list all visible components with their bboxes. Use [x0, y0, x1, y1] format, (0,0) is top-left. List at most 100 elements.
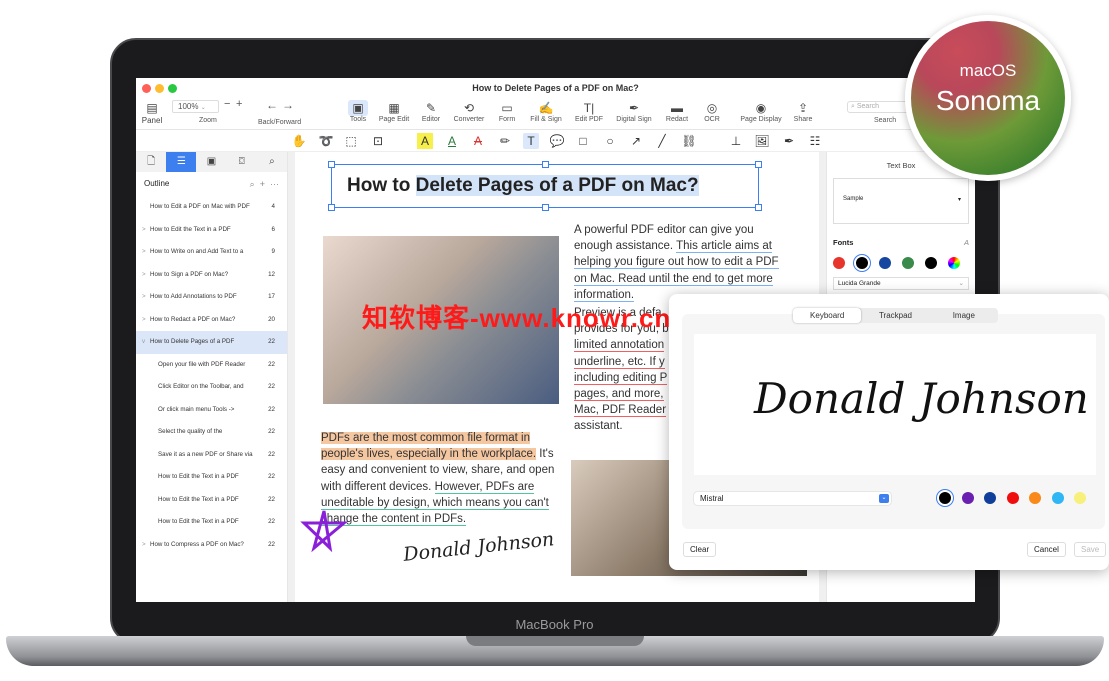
color-swatch[interactable] — [1074, 492, 1086, 504]
forward-button[interactable]: → — [282, 98, 294, 112]
zoom-select[interactable]: 100% ⌄ — [172, 100, 219, 113]
color-swatch[interactable] — [856, 257, 868, 269]
outline-item[interactable]: > How to Redact a PDF on Mac? 20 — [136, 309, 287, 332]
image-icon[interactable]: 🖼 — [754, 133, 770, 149]
search-icon[interactable]: ⌕ — [250, 179, 255, 189]
chevron-down-icon: ⌄ — [879, 494, 889, 503]
tab-image[interactable]: Image — [930, 308, 998, 323]
outline-item-page: 22 — [268, 338, 275, 345]
resize-handle[interactable] — [542, 161, 549, 168]
color-swatch[interactable] — [948, 257, 960, 269]
chevron-right-icon[interactable]: > — [142, 264, 146, 287]
toolbar-page-display[interactable]: ◉ Page Display — [738, 100, 784, 123]
star-annotation[interactable] — [299, 508, 349, 553]
sidebar-tab-camera-icon[interactable]: ⌼ — [227, 152, 257, 172]
cancel-button[interactable]: Cancel — [1027, 542, 1066, 557]
clear-button[interactable]: Clear — [683, 542, 717, 557]
add-icon[interactable]: + — [260, 179, 265, 189]
font-family-select[interactable]: Lucida Grande ⌄ — [833, 277, 969, 290]
color-swatch[interactable] — [1006, 492, 1019, 504]
outline-item[interactable]: How to Edit the Text in a PDF 22 — [136, 466, 287, 489]
chevron-right-icon[interactable]: > — [142, 534, 146, 557]
chevron-right-icon[interactable]: > — [142, 241, 146, 264]
highlight-icon[interactable]: A — [417, 133, 433, 149]
chevron-down-icon[interactable]: v — [142, 331, 145, 354]
outline-item[interactable]: How to Edit a PDF on Mac with PDF 4 — [136, 196, 287, 219]
outline-item[interactable]: Click Editor on the Toolbar, and 22 — [136, 376, 287, 399]
text-icon[interactable]: T — [523, 133, 539, 149]
color-swatch[interactable] — [1029, 492, 1041, 504]
text-box-selection[interactable]: How to Delete Pages of a PDF on Mac? — [328, 161, 762, 211]
outline-item[interactable]: Or click main menu Tools -> 22 — [136, 399, 287, 422]
text-line: limited annotation — [574, 337, 669, 353]
outline-item[interactable]: Select the quality of the 22 — [136, 421, 287, 444]
panel-button[interactable]: ▤ Panel — [136, 100, 168, 125]
select-box-icon[interactable]: ⬚ — [343, 133, 359, 149]
underline-icon[interactable]: A — [444, 133, 460, 149]
chevron-right-icon[interactable]: > — [142, 309, 146, 332]
zoom-area-icon[interactable]: ⊡ — [370, 133, 386, 149]
outline-item[interactable]: Save it as a new PDF or Share via 22 — [136, 444, 287, 467]
resize-handle[interactable] — [328, 204, 335, 211]
signature-font-select[interactable]: Mistral ⌄ — [694, 492, 891, 505]
circle-icon[interactable]: ○ — [602, 133, 618, 149]
toolbar-fill-sign[interactable]: ✍ Fill & Sign — [523, 100, 569, 123]
save-button[interactable]: Save — [1074, 542, 1107, 557]
link-icon[interactable]: ⛓ — [681, 133, 697, 149]
more-icon[interactable]: ⋯ — [270, 179, 279, 189]
sidebar-tab-bookmark-icon[interactable]: ▣ — [196, 152, 226, 172]
chevron-right-icon[interactable]: > — [142, 286, 146, 309]
outline-item[interactable]: > How to Sign a PDF on Mac? 12 — [136, 264, 287, 287]
toolbar-digital-sign[interactable]: ✒ Digital Sign — [611, 100, 657, 123]
sidebar-tab-outline-icon[interactable]: ☰ — [166, 152, 197, 172]
outline-item[interactable]: > How to Edit the Text in a PDF 6 — [136, 219, 287, 242]
back-button[interactable]: ← — [266, 98, 278, 112]
outline-item[interactable]: v How to Delete Pages of a PDF 22 — [136, 331, 287, 354]
toolbar-share[interactable]: ⇪ Share — [780, 100, 826, 123]
sidebar-tab-page-icon[interactable]: 🗋 — [136, 152, 166, 172]
style-preview-select[interactable]: Sample ▾ — [833, 178, 969, 224]
outline-item[interactable]: How to Edit the Text in a PDF 22 — [136, 489, 287, 512]
table-icon[interactable]: ☷ — [807, 133, 823, 149]
color-swatch[interactable] — [879, 257, 891, 269]
outline-item[interactable]: > How to Add Annotations to PDF 17 — [136, 286, 287, 309]
color-swatch[interactable] — [925, 257, 937, 269]
zoom-out-button[interactable]: − — [224, 98, 230, 110]
stamp-icon[interactable]: ⊥ — [728, 133, 744, 149]
chevron-right-icon[interactable]: > — [142, 219, 146, 242]
text-line: underline, etc. If y — [574, 354, 669, 370]
outline-item[interactable]: > How to Compress a PDF on Mac? 22 — [136, 534, 287, 557]
arrow-icon[interactable]: ↗ — [628, 133, 644, 149]
pencil-icon[interactable]: ✏ — [497, 133, 513, 149]
color-swatch[interactable] — [833, 257, 845, 269]
tab-trackpad[interactable]: Trackpad — [861, 308, 929, 323]
comment-icon[interactable]: 💬 — [549, 133, 565, 149]
tab-keyboard[interactable]: Keyboard — [793, 308, 862, 323]
font-style-icon[interactable]: A — [964, 238, 969, 247]
color-swatch[interactable] — [902, 257, 914, 269]
sidebar-tab-search-icon[interactable]: ⌕ — [257, 152, 287, 172]
signature-icon[interactable]: ✒ — [781, 133, 797, 149]
color-swatch[interactable] — [984, 492, 996, 504]
line-icon[interactable]: ╱ — [654, 133, 670, 149]
lasso-icon[interactable]: ➰ — [318, 133, 334, 149]
color-swatch[interactable] — [961, 492, 974, 504]
rectangle-icon[interactable]: □ — [575, 133, 591, 149]
resize-handle[interactable] — [328, 161, 335, 168]
outline-item[interactable]: How to Edit the Text in a PDF 22 — [136, 511, 287, 534]
toolbar-edit-pdf[interactable]: T| Edit PDF — [566, 100, 612, 123]
resize-handle[interactable] — [755, 204, 762, 211]
outline-item[interactable]: Open your file with PDF Reader 22 — [136, 354, 287, 377]
hand-icon[interactable]: ✋ — [291, 133, 307, 149]
zoom-in-button[interactable]: + — [236, 98, 242, 110]
signature-annotation[interactable]: Donald Johnson — [402, 528, 555, 566]
outline-item[interactable]: > How to Write on and Add Text to a 9 — [136, 241, 287, 264]
color-swatch[interactable] — [1051, 492, 1064, 504]
color-swatch[interactable] — [939, 492, 951, 504]
strikethrough-icon[interactable]: A — [470, 133, 486, 149]
toolbar-ocr[interactable]: ◎ OCR — [689, 100, 735, 123]
document-heading[interactable]: How to Delete Pages of a PDF on Mac? — [347, 175, 699, 197]
outline-item-label: Open your file with PDF Reader — [158, 360, 246, 368]
resize-handle[interactable] — [542, 204, 549, 211]
resize-handle[interactable] — [755, 161, 762, 168]
